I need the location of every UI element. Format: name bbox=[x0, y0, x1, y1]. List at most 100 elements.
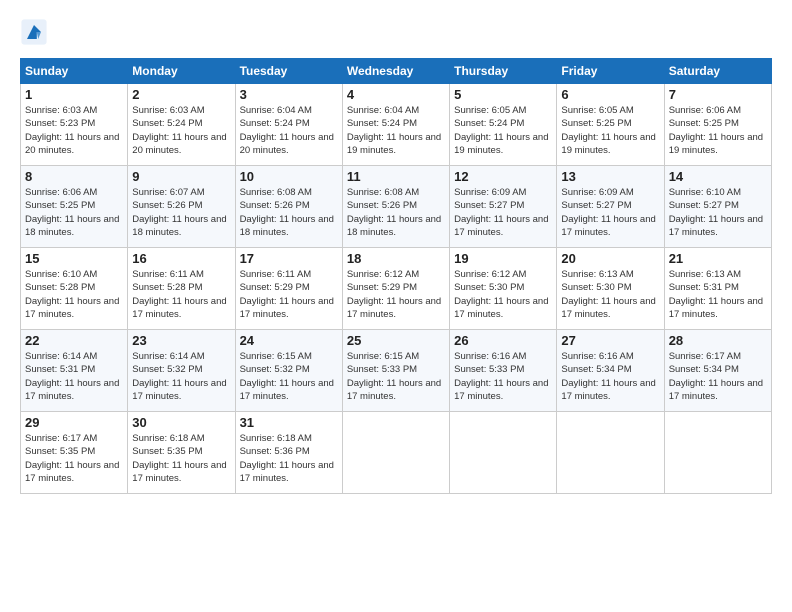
sunrise: Sunrise: 6:12 AM bbox=[454, 269, 526, 280]
sunset: Sunset: 5:27 PM bbox=[669, 200, 739, 211]
day-info: Sunrise: 6:08 AM Sunset: 5:26 PM Dayligh… bbox=[240, 186, 338, 239]
header bbox=[20, 18, 772, 46]
weekday-header-saturday: Saturday bbox=[664, 59, 771, 84]
calendar-cell: 7 Sunrise: 6:06 AM Sunset: 5:25 PM Dayli… bbox=[664, 84, 771, 166]
daylight: Daylight: 11 hours and 17 minutes. bbox=[669, 296, 763, 320]
daylight: Daylight: 11 hours and 20 minutes. bbox=[240, 132, 334, 156]
day-number: 27 bbox=[561, 333, 659, 348]
week-row-1: 1 Sunrise: 6:03 AM Sunset: 5:23 PM Dayli… bbox=[21, 84, 772, 166]
sunset: Sunset: 5:32 PM bbox=[240, 364, 310, 375]
daylight: Daylight: 11 hours and 17 minutes. bbox=[561, 378, 655, 402]
sunset: Sunset: 5:29 PM bbox=[347, 282, 417, 293]
day-info: Sunrise: 6:17 AM Sunset: 5:34 PM Dayligh… bbox=[669, 350, 767, 403]
day-number: 2 bbox=[132, 87, 230, 102]
calendar-cell: 12 Sunrise: 6:09 AM Sunset: 5:27 PM Dayl… bbox=[450, 166, 557, 248]
sunrise: Sunrise: 6:15 AM bbox=[347, 351, 419, 362]
daylight: Daylight: 11 hours and 18 minutes. bbox=[240, 214, 334, 238]
calendar-body: 1 Sunrise: 6:03 AM Sunset: 5:23 PM Dayli… bbox=[21, 84, 772, 494]
daylight: Daylight: 11 hours and 17 minutes. bbox=[240, 296, 334, 320]
day-info: Sunrise: 6:03 AM Sunset: 5:23 PM Dayligh… bbox=[25, 104, 123, 157]
sunrise: Sunrise: 6:10 AM bbox=[669, 187, 741, 198]
sunset: Sunset: 5:24 PM bbox=[454, 118, 524, 129]
calendar-cell: 25 Sunrise: 6:15 AM Sunset: 5:33 PM Dayl… bbox=[342, 330, 449, 412]
sunset: Sunset: 5:34 PM bbox=[561, 364, 631, 375]
day-info: Sunrise: 6:07 AM Sunset: 5:26 PM Dayligh… bbox=[132, 186, 230, 239]
weekday-header-sunday: Sunday bbox=[21, 59, 128, 84]
calendar-cell: 11 Sunrise: 6:08 AM Sunset: 5:26 PM Dayl… bbox=[342, 166, 449, 248]
calendar-cell: 29 Sunrise: 6:17 AM Sunset: 5:35 PM Dayl… bbox=[21, 412, 128, 494]
calendar-cell: 22 Sunrise: 6:14 AM Sunset: 5:31 PM Dayl… bbox=[21, 330, 128, 412]
sunset: Sunset: 5:24 PM bbox=[347, 118, 417, 129]
sunrise: Sunrise: 6:13 AM bbox=[669, 269, 741, 280]
daylight: Daylight: 11 hours and 17 minutes. bbox=[132, 378, 226, 402]
daylight: Daylight: 11 hours and 18 minutes. bbox=[25, 214, 119, 238]
daylight: Daylight: 11 hours and 19 minutes. bbox=[669, 132, 763, 156]
sunrise: Sunrise: 6:09 AM bbox=[561, 187, 633, 198]
day-number: 15 bbox=[25, 251, 123, 266]
logo-icon bbox=[20, 18, 48, 46]
day-number: 14 bbox=[669, 169, 767, 184]
sunrise: Sunrise: 6:03 AM bbox=[25, 105, 97, 116]
weekday-header-wednesday: Wednesday bbox=[342, 59, 449, 84]
sunrise: Sunrise: 6:07 AM bbox=[132, 187, 204, 198]
sunset: Sunset: 5:36 PM bbox=[240, 446, 310, 457]
sunrise: Sunrise: 6:16 AM bbox=[561, 351, 633, 362]
sunset: Sunset: 5:28 PM bbox=[132, 282, 202, 293]
day-number: 7 bbox=[669, 87, 767, 102]
sunrise: Sunrise: 6:14 AM bbox=[132, 351, 204, 362]
week-row-3: 15 Sunrise: 6:10 AM Sunset: 5:28 PM Dayl… bbox=[21, 248, 772, 330]
day-info: Sunrise: 6:17 AM Sunset: 5:35 PM Dayligh… bbox=[25, 432, 123, 485]
sunrise: Sunrise: 6:11 AM bbox=[132, 269, 204, 280]
day-info: Sunrise: 6:10 AM Sunset: 5:28 PM Dayligh… bbox=[25, 268, 123, 321]
sunset: Sunset: 5:31 PM bbox=[25, 364, 95, 375]
day-info: Sunrise: 6:06 AM Sunset: 5:25 PM Dayligh… bbox=[25, 186, 123, 239]
sunset: Sunset: 5:30 PM bbox=[454, 282, 524, 293]
calendar-cell: 26 Sunrise: 6:16 AM Sunset: 5:33 PM Dayl… bbox=[450, 330, 557, 412]
day-info: Sunrise: 6:16 AM Sunset: 5:34 PM Dayligh… bbox=[561, 350, 659, 403]
daylight: Daylight: 11 hours and 17 minutes. bbox=[347, 296, 441, 320]
calendar-cell: 10 Sunrise: 6:08 AM Sunset: 5:26 PM Dayl… bbox=[235, 166, 342, 248]
week-row-2: 8 Sunrise: 6:06 AM Sunset: 5:25 PM Dayli… bbox=[21, 166, 772, 248]
weekday-header-tuesday: Tuesday bbox=[235, 59, 342, 84]
sunrise: Sunrise: 6:14 AM bbox=[25, 351, 97, 362]
daylight: Daylight: 11 hours and 19 minutes. bbox=[561, 132, 655, 156]
day-info: Sunrise: 6:13 AM Sunset: 5:31 PM Dayligh… bbox=[669, 268, 767, 321]
daylight: Daylight: 11 hours and 17 minutes. bbox=[454, 296, 548, 320]
sunset: Sunset: 5:34 PM bbox=[669, 364, 739, 375]
calendar-cell: 17 Sunrise: 6:11 AM Sunset: 5:29 PM Dayl… bbox=[235, 248, 342, 330]
sunset: Sunset: 5:24 PM bbox=[240, 118, 310, 129]
day-info: Sunrise: 6:06 AM Sunset: 5:25 PM Dayligh… bbox=[669, 104, 767, 157]
calendar-cell: 6 Sunrise: 6:05 AM Sunset: 5:25 PM Dayli… bbox=[557, 84, 664, 166]
week-row-5: 29 Sunrise: 6:17 AM Sunset: 5:35 PM Dayl… bbox=[21, 412, 772, 494]
sunset: Sunset: 5:27 PM bbox=[561, 200, 631, 211]
day-number: 19 bbox=[454, 251, 552, 266]
daylight: Daylight: 11 hours and 20 minutes. bbox=[132, 132, 226, 156]
calendar-cell: 9 Sunrise: 6:07 AM Sunset: 5:26 PM Dayli… bbox=[128, 166, 235, 248]
sunset: Sunset: 5:25 PM bbox=[25, 200, 95, 211]
sunrise: Sunrise: 6:11 AM bbox=[240, 269, 312, 280]
day-number: 20 bbox=[561, 251, 659, 266]
calendar-cell bbox=[450, 412, 557, 494]
calendar-cell: 21 Sunrise: 6:13 AM Sunset: 5:31 PM Dayl… bbox=[664, 248, 771, 330]
day-info: Sunrise: 6:09 AM Sunset: 5:27 PM Dayligh… bbox=[454, 186, 552, 239]
calendar-cell: 15 Sunrise: 6:10 AM Sunset: 5:28 PM Dayl… bbox=[21, 248, 128, 330]
day-number: 25 bbox=[347, 333, 445, 348]
daylight: Daylight: 11 hours and 17 minutes. bbox=[669, 214, 763, 238]
day-number: 29 bbox=[25, 415, 123, 430]
day-number: 3 bbox=[240, 87, 338, 102]
calendar-cell: 5 Sunrise: 6:05 AM Sunset: 5:24 PM Dayli… bbox=[450, 84, 557, 166]
calendar-cell: 19 Sunrise: 6:12 AM Sunset: 5:30 PM Dayl… bbox=[450, 248, 557, 330]
day-number: 24 bbox=[240, 333, 338, 348]
daylight: Daylight: 11 hours and 17 minutes. bbox=[132, 460, 226, 484]
sunrise: Sunrise: 6:05 AM bbox=[454, 105, 526, 116]
weekday-header-monday: Monday bbox=[128, 59, 235, 84]
daylight: Daylight: 11 hours and 17 minutes. bbox=[454, 214, 548, 238]
sunrise: Sunrise: 6:17 AM bbox=[25, 433, 97, 444]
day-info: Sunrise: 6:05 AM Sunset: 5:24 PM Dayligh… bbox=[454, 104, 552, 157]
daylight: Daylight: 11 hours and 19 minutes. bbox=[454, 132, 548, 156]
sunrise: Sunrise: 6:06 AM bbox=[669, 105, 741, 116]
sunrise: Sunrise: 6:13 AM bbox=[561, 269, 633, 280]
day-number: 6 bbox=[561, 87, 659, 102]
day-number: 4 bbox=[347, 87, 445, 102]
daylight: Daylight: 11 hours and 17 minutes. bbox=[669, 378, 763, 402]
